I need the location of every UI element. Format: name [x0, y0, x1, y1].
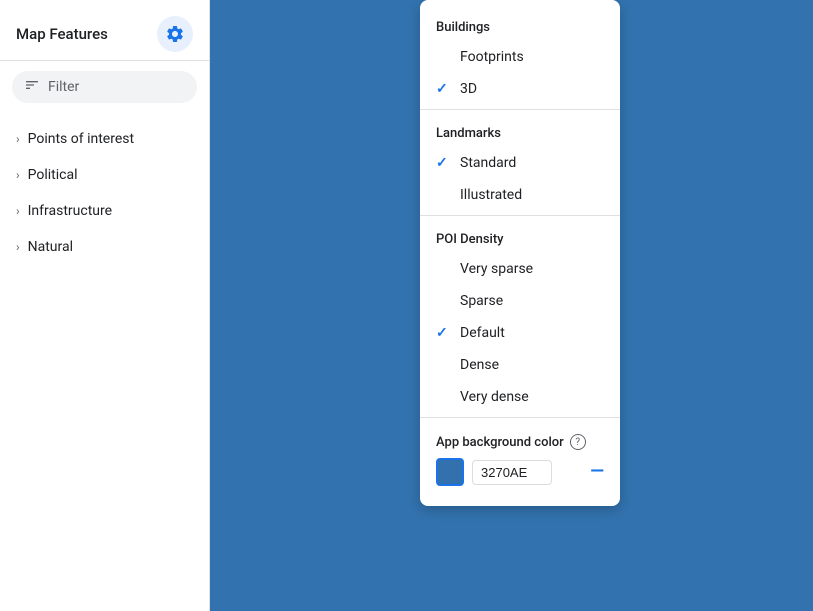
poi-density-section-label: POI Density [420, 220, 620, 253]
menu-item-illustrated[interactable]: Illustrated [420, 179, 620, 211]
chevron-right-icon: › [16, 204, 20, 218]
filter-bar[interactable]: Filter [12, 71, 197, 103]
menu-item-label: Footprints [460, 49, 524, 65]
nav-item-infrastructure[interactable]: › Infrastructure [0, 193, 209, 229]
dropdown-menu: Buildings Footprints 3D Landmarks Standa… [420, 0, 620, 506]
sidebar-header: Map Features [0, 0, 209, 61]
menu-item-dense[interactable]: Dense [420, 349, 620, 381]
nav-list: › Points of interest › Political › Infra… [0, 113, 209, 273]
buildings-section-label: Buildings [420, 8, 620, 41]
menu-item-sparse[interactable]: Sparse [420, 285, 620, 317]
chevron-right-icon: › [16, 132, 20, 146]
menu-item-default[interactable]: Default [420, 317, 620, 349]
color-swatch[interactable] [436, 458, 464, 486]
sidebar-title: Map Features [16, 25, 108, 43]
help-question-mark: ? [575, 437, 580, 448]
chevron-right-icon: › [16, 168, 20, 182]
menu-item-label: Dense [460, 357, 499, 373]
filter-icon [24, 77, 40, 97]
sidebar: Map Features Filter › Points of interest… [0, 0, 210, 611]
map-area: Buildings Footprints 3D Landmarks Standa… [210, 0, 813, 611]
menu-item-label: Very dense [460, 389, 529, 405]
nav-item-label: Political [28, 167, 78, 183]
nav-item-political[interactable]: › Political [0, 157, 209, 193]
color-value-input[interactable] [472, 460, 552, 485]
minus-button[interactable]: — [590, 463, 604, 481]
filter-label: Filter [48, 79, 79, 95]
menu-item-very-sparse[interactable]: Very sparse [420, 253, 620, 285]
nav-item-label: Natural [28, 239, 73, 255]
nav-item-poi[interactable]: › Points of interest [0, 121, 209, 157]
gear-button[interactable] [157, 16, 193, 52]
chevron-right-icon: › [16, 240, 20, 254]
app-bg-label: App background color [436, 435, 564, 450]
menu-item-very-dense[interactable]: Very dense [420, 381, 620, 413]
nav-item-label: Infrastructure [28, 203, 112, 219]
filter-lines-icon [24, 77, 40, 93]
divider-2 [420, 215, 620, 216]
menu-item-label: Standard [460, 155, 516, 171]
menu-item-label: 3D [460, 81, 477, 97]
app-bg-section: App background color ? — [420, 422, 620, 498]
landmarks-section-label: Landmarks [420, 114, 620, 147]
gear-icon [165, 24, 185, 44]
menu-item-footprints[interactable]: Footprints [420, 41, 620, 73]
menu-item-label: Very sparse [460, 261, 533, 277]
divider-3 [420, 417, 620, 418]
menu-item-standard[interactable]: Standard [420, 147, 620, 179]
color-input-row: — [436, 458, 604, 486]
nav-item-label: Points of interest [28, 131, 134, 147]
app-bg-label-row: App background color ? [436, 434, 604, 450]
help-icon[interactable]: ? [570, 434, 586, 450]
menu-item-label: Illustrated [460, 187, 522, 203]
divider-1 [420, 109, 620, 110]
nav-item-natural[interactable]: › Natural [0, 229, 209, 265]
menu-item-3d[interactable]: 3D [420, 73, 620, 105]
menu-item-label: Sparse [460, 293, 503, 309]
menu-item-label: Default [460, 325, 505, 341]
